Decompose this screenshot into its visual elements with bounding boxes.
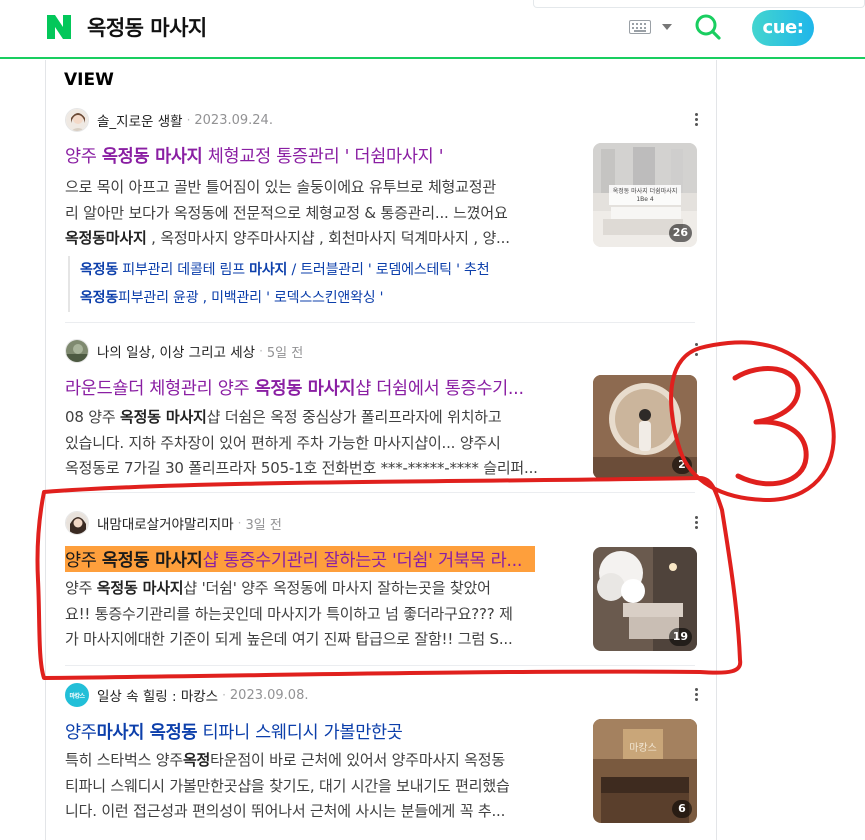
divider (65, 665, 695, 666)
image-count-badge: 26 (668, 224, 692, 242)
post-date: 2023.09.24. (194, 112, 273, 128)
avatar: 마캉스 (65, 683, 89, 707)
image-count-badge: 19 (668, 628, 692, 646)
result-title-rest: 샵 통증수기관리 잘하는곳 '더쉼' 거북목 라... (202, 551, 523, 571)
result-title[interactable]: 라운드숄더 체형관리 양주 옥정동 마사지샵 더쉼에서 통증수기... (65, 375, 580, 400)
search-header: 옥정동 마사지 cue: (0, 0, 865, 59)
divider (65, 492, 695, 493)
result-description[interactable]: 08 양주 옥정동 마사지샵 더쉼은 옥정 중심상가 폴리프라자에 위치하고 있… (65, 405, 575, 482)
author-name[interactable]: 내맘대로살거야말리지마 (97, 513, 234, 533)
chevron-down-icon[interactable] (661, 22, 673, 32)
result-thumbnail[interactable]: 옥정동 마사지 더쉼마사지 1Be 4 26 (593, 143, 697, 247)
result-title[interactable]: 양주마사지 옥정동 티파니 스웨디시 가볼만한곳 (65, 719, 580, 744)
related-posts: 옥정동 피부관리 데콜테 림프 마사지 / 트러블관리 ' 로뎀에스테틱 ' 추… (68, 256, 490, 312)
search-query[interactable]: 옥정동 마사지 (87, 12, 207, 42)
result-author-row[interactable]: 내맘대로살거야말리지마 · 3일 전 (65, 511, 282, 535)
result-author-row[interactable]: 나의 일상, 이상 그리고 세상 · 5일 전 (65, 339, 303, 363)
result-thumbnail[interactable]: 19 (593, 547, 697, 651)
author-name[interactable]: 솔_지로운 생활 (97, 110, 183, 130)
more-options-icon[interactable] (692, 687, 700, 703)
result-title[interactable]: 양주 옥정동 마사지 체형교정 통증관리 ' 더쉼마사지 ' (65, 143, 580, 168)
result-title[interactable]: 양주 옥정동 마사지샵 통증수기관리 잘하는곳 '더쉼' 거북목 라... (65, 547, 580, 572)
naver-logo-icon[interactable] (46, 14, 72, 40)
result-author-row[interactable]: 마캉스 일상 속 힐링 : 마캉스 · 2023.09.08. (65, 683, 308, 707)
keyboard-icon[interactable] (629, 20, 651, 34)
more-options-icon[interactable] (692, 342, 700, 358)
related-link[interactable]: 옥정동 피부관리 데콜테 림프 마사지 / 트러블관리 ' 로뎀에스테틱 ' 추… (80, 256, 490, 284)
more-options-icon[interactable] (692, 112, 700, 128)
divider (65, 322, 695, 323)
image-count-badge: 2 (672, 456, 692, 474)
result-description[interactable]: 양주 옥정동 마사지샵 '더쉼' 양주 옥정동에 마사지 잘하는곳을 찾았어 요… (65, 576, 575, 653)
result-thumbnail[interactable]: 2 (593, 375, 697, 479)
avatar (65, 108, 89, 132)
svg-text:옥정동 마사지 더쉼마사지: 옥정동 마사지 더쉼마사지 (613, 187, 678, 195)
avatar (65, 339, 89, 363)
section-title: VIEW (64, 70, 114, 90)
post-date: 3일 전 (245, 517, 282, 533)
author-name[interactable]: 일상 속 힐링 : 마캉스 (97, 685, 218, 705)
result-description[interactable]: 으로 목이 아프고 골반 틀어짐이 있는 솔둥이에요 유투브로 체형교정관 리 … (65, 175, 575, 252)
avatar (65, 511, 89, 535)
image-count-badge: 6 (672, 800, 692, 818)
search-icon[interactable] (694, 13, 722, 41)
cue-button[interactable]: cue: (752, 10, 814, 46)
related-link[interactable]: 옥정동피부관리 윤광 , 미백관리 ' 로덱스스킨앤왁싱 ' (80, 284, 489, 312)
annotation-number (732, 366, 809, 487)
result-description[interactable]: 특히 스타벅스 양주옥정타운점이 바로 근처에 있어서 양주마사지 옥정동 티파… (65, 748, 575, 825)
author-name[interactable]: 나의 일상, 이상 그리고 세상 (97, 341, 255, 361)
result-author-row[interactable]: 솔_지로운 생활 · 2023.09.24. (65, 108, 273, 132)
post-date: 5일 전 (266, 345, 304, 361)
more-options-icon[interactable] (692, 515, 700, 531)
top-dropdown-edge (533, 0, 865, 8)
result-thumbnail[interactable]: 마캉스 6 (593, 719, 697, 823)
svg-text:마캉스: 마캉스 (629, 742, 657, 754)
post-date: 2023.09.08. (229, 687, 309, 703)
svg-text:1Be 4: 1Be 4 (636, 196, 654, 203)
